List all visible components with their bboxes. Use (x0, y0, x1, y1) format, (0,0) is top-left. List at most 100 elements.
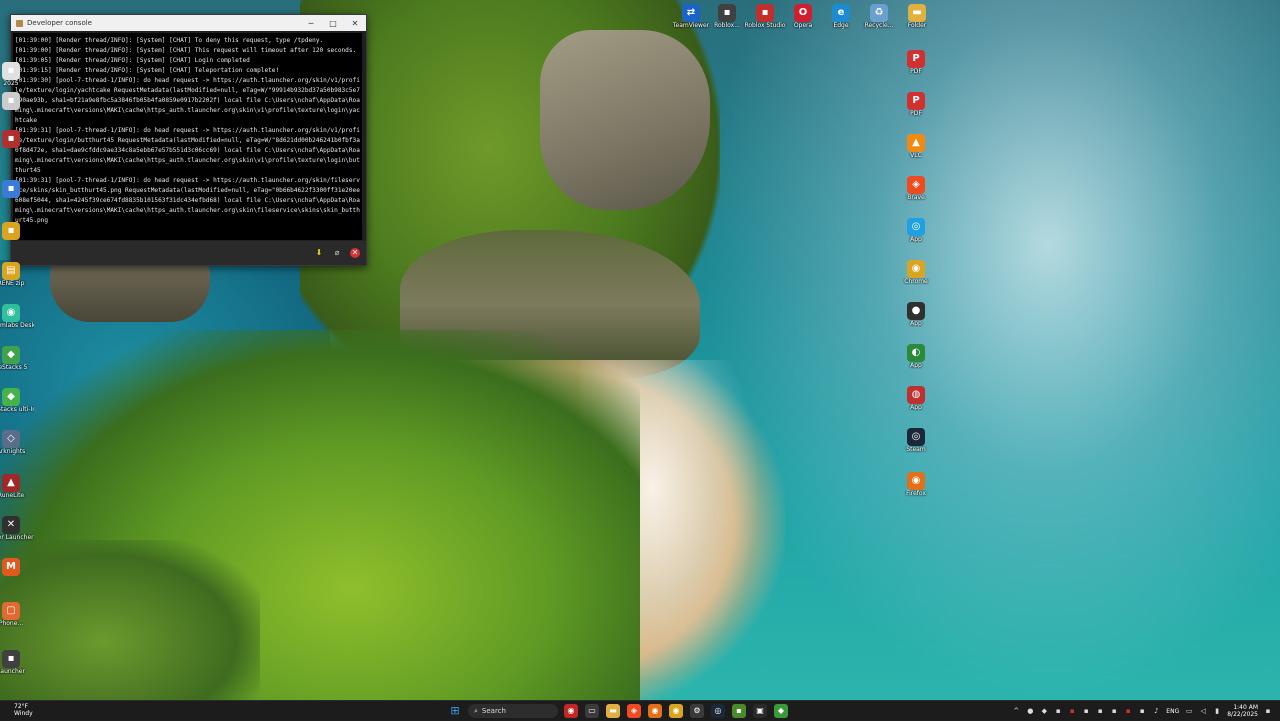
desktop-icon[interactable]: ▤ RENE zip (0, 262, 34, 287)
network-icon[interactable]: ▭ (1185, 707, 1193, 715)
desktop-icon-label: Folder (907, 22, 927, 29)
desktop-icon[interactable]: ◉treamlabs Desktop (0, 304, 34, 329)
desktop-icon[interactable]: ▪ 2025 (0, 62, 34, 87)
console-titlebar[interactable]: Developer console ─ □ ✕ (11, 15, 366, 31)
volume-icon[interactable]: ◁ (1199, 707, 1207, 715)
app-icon: ◉ (2, 304, 20, 322)
desktop-icon[interactable]: ▲ RuneLite (0, 474, 34, 499)
taskbar-firefox-icon[interactable]: ◉ (648, 704, 662, 718)
taskbar-steam-icon[interactable]: ◎ (711, 704, 725, 718)
desktop-icon-label: Phone... (0, 620, 24, 627)
taskbar-terminal-icon[interactable]: ▣ (753, 704, 767, 718)
desktop-icon-label: VLC (910, 152, 922, 159)
minimize-button[interactable]: ─ (300, 19, 322, 28)
taskbar-explorer-folder-icon[interactable]: ▬ (606, 704, 620, 718)
console-log-line: [01:39:00] [Render thread/INFO]: [System… (15, 47, 357, 54)
desktop-icon[interactable]: P PDF (893, 50, 939, 75)
tray-app-icon[interactable]: ▪ (1124, 707, 1132, 715)
desktop-icon[interactable]: ✕Jager Launcher (0, 516, 34, 541)
paperclip-icon[interactable]: ⌀ (332, 248, 342, 258)
app-icon: ▪ (756, 4, 774, 22)
desktop-icon[interactable]: ▪Launcher (0, 650, 34, 675)
desktop-icon[interactable]: ▪ (0, 180, 34, 198)
tray-app-icon[interactable]: ◆ (1040, 707, 1048, 715)
desktop-icon[interactable]: ◐ App (893, 344, 939, 369)
app-icon: O (794, 4, 812, 22)
close-button[interactable]: ✕ (344, 19, 366, 28)
desktop-icon[interactable]: ▪ (0, 130, 34, 148)
tray-app-icon[interactable]: ▪ (1096, 707, 1104, 715)
search-placeholder: Search (481, 707, 506, 715)
battery-icon[interactable]: ▮ (1213, 707, 1221, 715)
clock[interactable]: 1:40 AM 8/22/2025 (1227, 704, 1258, 718)
clear-icon[interactable]: ✕ (350, 248, 360, 258)
console-log-line: [01:39:05] [Render thread/INFO]: [System… (15, 57, 250, 64)
desktop-icon-label: Brave (907, 194, 925, 201)
taskbar-search[interactable]: ⌕ Search (468, 704, 558, 718)
clock-date: 8/22/2025 (1227, 711, 1258, 718)
notification-bell-icon[interactable]: ▪ (1264, 707, 1272, 715)
taskbar-file-explorer-icon[interactable]: ▭ (585, 704, 599, 718)
console-log-output[interactable]: [01:39:00] [Render thread/INFO]: [System… (13, 33, 362, 240)
desktop-icon[interactable]: ◆ueStacks 5 (0, 346, 34, 371)
app-icon: ◉ (907, 260, 925, 278)
desktop-icon-label: Launcher (0, 668, 25, 675)
weather-temp: 72°F (14, 703, 29, 710)
taskbar: 72°F Windy ⊞ ⌕ Search ◉ ▭ ▬ ◈ ◉ ◉ ⚙ ◎ ▪ ▣ ◆ ^ ● ◆ … (0, 700, 1280, 721)
weather-condition: Windy (14, 710, 33, 717)
weather-widget[interactable]: 72°F Windy (14, 703, 33, 717)
desktop-icon[interactable]: ● App (893, 302, 939, 327)
taskbar-chrome-icon[interactable]: ◉ (669, 704, 683, 718)
wallpaper-cliff-rock (540, 30, 710, 210)
desktop-icon[interactable]: ◉ Chrome (893, 260, 939, 285)
tray-app-icon[interactable]: ● (1026, 707, 1034, 715)
taskbar-app-1-icon[interactable]: ◉ (564, 704, 578, 718)
tray-app-icon[interactable]: ▪ (1082, 707, 1090, 715)
desktop-icon[interactable]: ◆lueStacks ulti-Insta... (0, 388, 34, 413)
desktop-icon[interactable]: ◎ Steam (893, 428, 939, 453)
app-icon: ◎ (907, 428, 925, 446)
tray-app-icon[interactable]: ▪ (1110, 707, 1118, 715)
taskbar-launcher-icon[interactable]: ◆ (774, 704, 788, 718)
taskbar-minecraft-icon[interactable]: ▪ (732, 704, 746, 718)
desktop-icon[interactable]: ◇Arknights (0, 430, 34, 455)
desktop-icon[interactable]: ▬ Folder (894, 4, 940, 29)
app-icon: ▪ (2, 92, 20, 110)
system-tray: ^ ● ◆ ▪ ▪ ▪ ▪ ▪ ▪ ▪ ♪ ENG ▭ ◁ ▮ 1:40 AM … (1012, 703, 1272, 719)
desktop-icon[interactable]: ◈ Brave (893, 176, 939, 201)
chevron-up-icon[interactable]: ^ (1012, 707, 1020, 715)
microphone-icon[interactable]: ♪ (1152, 707, 1160, 715)
app-icon: ◍ (907, 386, 925, 404)
developer-console-window[interactable]: Developer console ─ □ ✕ [01:39:00] [Rend… (10, 14, 367, 266)
console-log-line: [01:39:00] [Render thread/INFO]: [System… (15, 37, 324, 44)
console-title: Developer console (27, 19, 92, 27)
desktop-icon[interactable]: P PDF (893, 92, 939, 117)
desktop-icon[interactable]: ▪ (0, 222, 34, 240)
start-button-windows-icon[interactable]: ⊞ (448, 704, 462, 718)
taskbar-brave-icon[interactable]: ◈ (627, 704, 641, 718)
desktop-icon[interactable]: M (0, 558, 34, 576)
maximize-button[interactable]: □ (322, 19, 344, 28)
desktop-icon-label: ueStacks 5 (0, 364, 28, 371)
desktop-icon[interactable]: ▪ (0, 92, 34, 110)
console-app-icon (16, 19, 23, 27)
language-indicator[interactable]: ENG (1166, 708, 1179, 715)
desktop-icon-label: PDF (910, 68, 922, 75)
tray-app-icon[interactable]: ▪ (1068, 707, 1076, 715)
app-icon: ◉ (907, 472, 925, 490)
tray-app-icon[interactable]: ▪ (1054, 707, 1062, 715)
desktop-icon-label: RENE zip (0, 280, 25, 287)
download-arrow-icon[interactable]: ⬇ (314, 248, 324, 258)
wallpaper-sea-glint (700, 0, 1280, 700)
desktop-icon[interactable]: ◍ App (893, 386, 939, 411)
desktop-icon[interactable]: ◎ App (893, 218, 939, 243)
desktop-icon[interactable]: ▲ VLC (893, 134, 939, 159)
app-icon: ♻ (870, 4, 888, 22)
app-icon: P (907, 92, 925, 110)
desktop-icon[interactable]: ◉ Firefox (893, 472, 939, 497)
tray-app-icon[interactable]: ▪ (1138, 707, 1146, 715)
desktop-icon[interactable]: ▢ Phone... (0, 602, 34, 627)
desktop-icon-label: PDF (910, 110, 922, 117)
app-icon: ▢ (2, 602, 20, 620)
taskbar-settings-icon[interactable]: ⚙ (690, 704, 704, 718)
